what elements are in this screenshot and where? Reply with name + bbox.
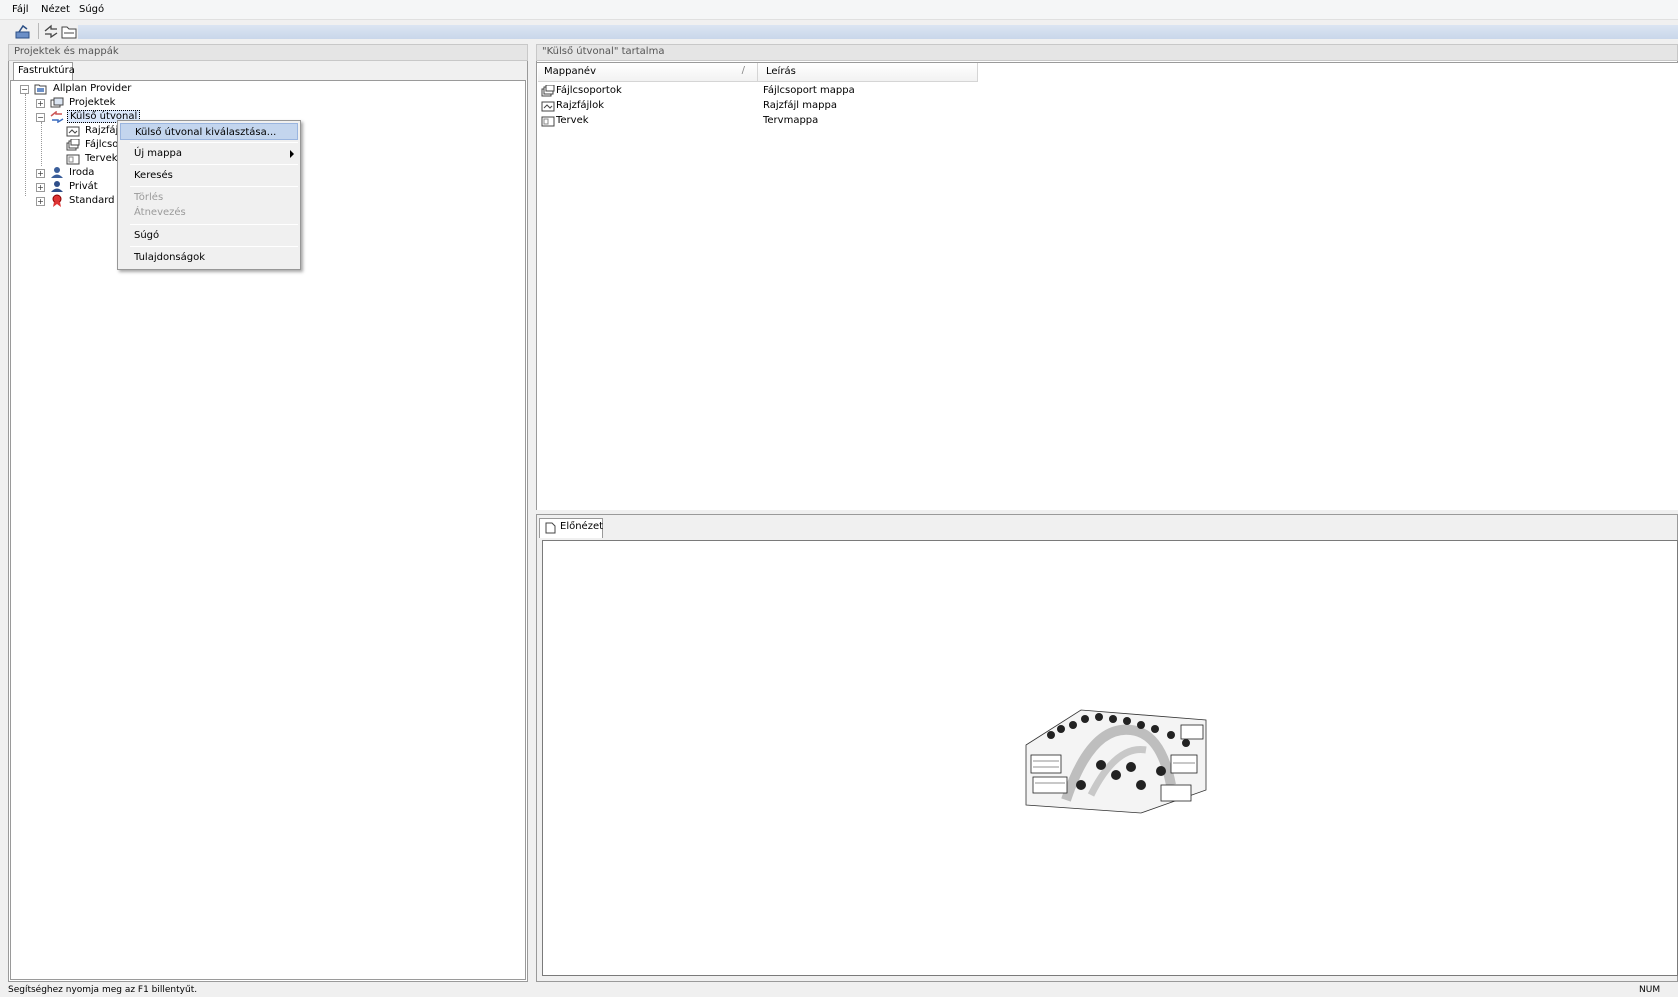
pane-splitter[interactable] [528,44,536,982]
column-description[interactable]: Leírás [758,63,978,82]
left-pane-title: Projektek és mappák [8,44,528,61]
menu-item-rename: Átnevezés [120,204,298,221]
list-item-description: Tervmappa [763,115,819,126]
plan-icon [66,153,80,165]
tree-item-label: Standard [69,195,115,206]
tree-item-allplan-provider[interactable]: − Allplan Provider [20,83,220,97]
expand-icon[interactable]: + [36,183,45,192]
menu-item-label: Új mappa [134,148,182,159]
column-folder-name[interactable]: Mappanév / [538,63,758,82]
list-item-name: Tervek [556,115,589,126]
column-label: Mappanév [544,66,596,77]
menu-item-label: Külső útvonal kiválasztása... [135,127,277,138]
filegroup-icon [541,84,555,100]
menu-item-label: Súgó [134,230,160,241]
submenu-arrow-icon [290,150,294,158]
toolbar [0,20,1678,42]
menu-help[interactable]: Súgó [79,4,104,15]
toolbar-separator [38,23,39,39]
tree-item-label: Fájlcso [85,139,119,150]
sort-indicator-icon: / [741,65,745,76]
expand-icon[interactable]: + [36,197,45,206]
preview-canvas [542,540,1678,976]
column-label: Leírás [766,66,796,77]
tree-item-projects[interactable]: + Projektek [36,97,236,111]
external-path-icon[interactable] [42,23,60,40]
menu-item-select-external-path[interactable]: Külső útvonal kiválasztása... [120,123,298,140]
menu-separator [130,246,298,247]
file-list[interactable] [537,62,1678,510]
context-menu: Külső útvonal kiválasztása... Új mappa K… [117,120,301,270]
drawing-file-icon [541,100,555,115]
list-item-name: Fájlcsoportok [556,85,622,96]
standard-icon [50,194,64,207]
toolbar-band [78,25,1678,39]
menu-item-properties[interactable]: Tulajdonságok [120,249,298,266]
tree-item-label: Tervek [85,153,118,164]
menu-separator [130,186,298,187]
tree-item-label: Projektek [69,97,116,108]
menu-separator [130,142,298,143]
menu-item-search[interactable]: Keresés [120,167,298,184]
tab-preview[interactable]: Előnézet [539,518,603,538]
list-item-description: Rajzfájl mappa [763,100,837,111]
open-project-icon[interactable] [14,23,32,40]
user-icon [50,180,64,192]
drawing-file-icon [66,125,80,137]
tree-item-label: Allplan Provider [53,83,132,94]
menu-file[interactable]: Fájl [12,4,29,15]
menu-item-label: Törlés [134,192,164,203]
document-icon [545,522,556,537]
filegroup-icon [66,138,80,151]
menu-separator [130,164,298,165]
list-item-description: Fájlcsoport mappa [763,85,855,96]
tree-item-label: Privát [69,181,98,192]
tree-guide [25,94,26,196]
menu-item-help[interactable]: Súgó [120,227,298,244]
menu-bar: Fájl Nézet Súgó [0,0,1678,20]
menu-item-label: Keresés [134,170,173,181]
folder-open-icon [34,83,48,95]
projects-icon [50,97,64,109]
num-lock-indicator: NUM [1639,985,1661,995]
menu-item-new-folder[interactable]: Új mappa [120,145,298,162]
left-tab-strip [8,61,528,80]
tree-item-label: Iroda [69,167,95,178]
right-pane-title: "Külső útvonal" tartalma [536,44,1678,61]
menu-item-label: Átnevezés [134,207,186,218]
collapse-icon[interactable]: − [20,85,29,94]
status-hint: Segítséghez nyomja meg az F1 billentyűt. [8,985,198,995]
menu-item-label: Tulajdonságok [134,252,206,263]
plan-icon [541,115,555,130]
folder-icon[interactable] [60,23,78,40]
expand-icon[interactable]: + [36,99,45,108]
status-bar: Segítséghez nyomja meg az F1 billentyűt.… [0,984,1678,997]
tab-tree-structure[interactable]: Fastruktúra [13,62,75,81]
collapse-icon[interactable]: − [36,113,45,122]
tab-label: Előnézet [560,521,604,532]
tree-item-label: Rajzfáj [85,125,119,136]
expand-icon[interactable]: + [36,169,45,178]
list-item-name: Rajzfájlok [556,100,604,111]
tree-guide [41,122,42,166]
external-path-icon [50,110,64,124]
menu-separator [130,224,298,225]
office-icon [50,166,64,178]
menu-view[interactable]: Nézet [41,4,70,15]
preview-image [1021,705,1211,818]
